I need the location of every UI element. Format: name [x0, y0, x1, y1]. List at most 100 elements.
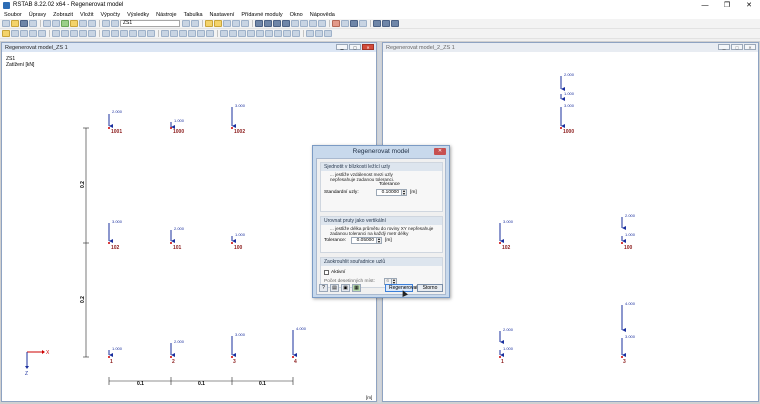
menu-calculate[interactable]: Výpočty	[101, 12, 121, 18]
minimize-button[interactable]: —	[694, 0, 716, 10]
view-y-icon[interactable]	[170, 30, 178, 37]
load-icon[interactable]	[38, 30, 46, 37]
grid-snap-icon[interactable]	[138, 30, 146, 37]
window-cascade-icon[interactable]	[382, 20, 390, 27]
save-defaults-icon[interactable]: ▣	[341, 284, 350, 292]
copy-icon[interactable]	[52, 30, 60, 37]
select-icon[interactable]	[102, 30, 110, 37]
close-icon[interactable]: ✕	[362, 44, 374, 50]
snap-icon[interactable]	[129, 30, 137, 37]
print-graphic-icon[interactable]	[306, 30, 314, 37]
delete-icon[interactable]	[332, 20, 340, 27]
menu-options[interactable]: Nastavení	[210, 12, 235, 18]
menu-view[interactable]: Zobrazit	[53, 12, 73, 18]
workplane-icon[interactable]	[274, 30, 282, 37]
menu-table[interactable]: Tabulka	[184, 12, 203, 18]
wireframe-icon[interactable]	[264, 20, 272, 27]
undo-icon[interactable]	[43, 20, 51, 27]
section-icon[interactable]	[282, 20, 290, 27]
menu-edit[interactable]: Úpravy	[29, 12, 46, 18]
standard-nodes-tolerance-input[interactable]: 0.10000	[376, 189, 402, 197]
close-button[interactable]: ✕	[738, 0, 760, 10]
select-window-icon[interactable]	[111, 30, 119, 37]
view-x-icon[interactable]	[161, 30, 169, 37]
show-results-icon[interactable]	[214, 20, 222, 27]
minimize-icon[interactable]: ▁	[718, 44, 730, 50]
numbering-icon[interactable]	[256, 30, 264, 37]
values-icon[interactable]	[241, 20, 249, 27]
maximize-icon[interactable]: ▢	[731, 44, 743, 50]
measure-icon[interactable]	[341, 20, 349, 27]
pan-icon[interactable]	[309, 20, 317, 27]
dialog-close-button[interactable]: ✕	[434, 148, 446, 155]
spinner-icon[interactable]: ▲ ▼	[402, 189, 407, 197]
grid-icon[interactable]	[111, 20, 119, 27]
active-checkbox[interactable]	[324, 270, 329, 275]
menu-window[interactable]: Okno	[290, 12, 303, 18]
hinge-icon[interactable]	[29, 30, 37, 37]
zoom-icon[interactable]	[300, 20, 308, 27]
window-tile-icon[interactable]	[373, 20, 381, 27]
node-icon[interactable]	[2, 30, 10, 37]
dialog-title-bar[interactable]: Regenerovat model ✕	[313, 146, 449, 157]
mirror-icon[interactable]	[70, 30, 78, 37]
view-z-icon[interactable]	[179, 30, 187, 37]
diagram-icon[interactable]	[232, 20, 240, 27]
calculate-icon[interactable]	[61, 20, 69, 27]
menu-file[interactable]: Soubor	[4, 12, 22, 18]
deformation-icon[interactable]	[223, 20, 231, 27]
comment-icon[interactable]	[229, 30, 237, 37]
select-all-icon[interactable]	[120, 30, 128, 37]
dimension-icon[interactable]	[220, 30, 228, 37]
zoom-all-icon[interactable]	[197, 30, 205, 37]
export-icon[interactable]: ▦	[352, 284, 361, 292]
guideline-icon[interactable]	[238, 30, 246, 37]
prev-icon[interactable]	[182, 20, 190, 27]
new-file-icon[interactable]	[2, 20, 10, 27]
menu-help[interactable]: Nápověda	[310, 12, 335, 18]
redo-icon[interactable]	[52, 20, 60, 27]
next-icon[interactable]	[191, 20, 199, 27]
menu-insert[interactable]: Vložit	[80, 12, 93, 18]
print-icon[interactable]	[29, 20, 37, 27]
maximize-button[interactable]: ❐	[716, 0, 738, 10]
cancel-button[interactable]: Storno	[417, 284, 443, 292]
ortho-icon[interactable]	[147, 30, 155, 37]
window-list-icon[interactable]	[391, 20, 399, 27]
menu-addons[interactable]: Přídavné moduly	[241, 12, 282, 18]
settings-icon[interactable]	[359, 20, 367, 27]
filter-icon[interactable]	[102, 20, 110, 27]
view-iso-icon[interactable]	[188, 30, 196, 37]
vertical-tolerance-input[interactable]: 0.05000	[351, 237, 377, 245]
loadcase-select[interactable]: ZS1	[120, 20, 180, 27]
spinner-icon[interactable]: ▲ ▼	[377, 237, 382, 245]
menu-tools[interactable]: Nástroje	[156, 12, 176, 18]
save-icon[interactable]	[20, 20, 28, 27]
report-icon[interactable]	[315, 30, 323, 37]
render-icon[interactable]	[255, 20, 263, 27]
zoom-window-icon[interactable]	[206, 30, 214, 37]
table-icon[interactable]	[79, 20, 87, 27]
load-defaults-icon[interactable]: ▤	[330, 284, 339, 292]
perspective-icon[interactable]	[291, 20, 299, 27]
visibility-icon[interactable]	[247, 30, 255, 37]
move-icon[interactable]	[61, 30, 69, 37]
check-icon[interactable]	[283, 30, 291, 37]
connect-icon[interactable]	[88, 30, 96, 37]
export-icon[interactable]	[324, 30, 332, 37]
maximize-icon[interactable]: ▢	[349, 44, 361, 50]
results-icon[interactable]	[70, 20, 78, 27]
show-loads-icon[interactable]	[205, 20, 213, 27]
regenerate-icon[interactable]	[292, 30, 300, 37]
minimize-icon[interactable]: ▁	[336, 44, 348, 50]
coordinate-system-icon[interactable]	[265, 30, 273, 37]
solid-icon[interactable]	[273, 20, 281, 27]
close-icon[interactable]: ✕	[744, 44, 756, 50]
info-icon[interactable]	[350, 20, 358, 27]
support-icon[interactable]	[20, 30, 28, 37]
menu-results[interactable]: Výsledky	[127, 12, 149, 18]
divide-icon[interactable]	[79, 30, 87, 37]
rotate-icon[interactable]	[318, 20, 326, 27]
view-icon[interactable]	[88, 20, 96, 27]
help-icon[interactable]: ?	[319, 284, 328, 292]
